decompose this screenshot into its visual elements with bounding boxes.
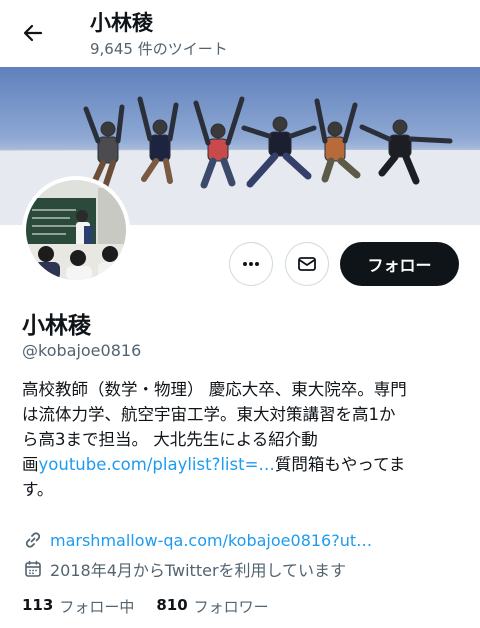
user-handle: @kobajoe0816 xyxy=(22,341,142,360)
link-icon xyxy=(22,529,44,551)
followers-count: 810 xyxy=(156,596,188,614)
bio-line: は流体力学、航空宇宙工学。東大対策講習を高1か xyxy=(22,405,396,424)
joined-date: 2018年4月からTwitterを利用しています xyxy=(50,561,347,580)
message-button[interactable] xyxy=(285,242,329,286)
mail-icon xyxy=(298,257,316,271)
follow-button[interactable]: フォロー xyxy=(340,242,459,286)
followers-stat[interactable]: 810 フォロワー xyxy=(156,596,268,617)
bio-line: 高校教師（数学・物理） 慶応大卒、東大院卒。専門 xyxy=(22,380,407,399)
top-bar: 小林稜 9,645 件のツイート xyxy=(0,0,480,67)
bio-line: 画youtube.com/playlist?list=…質問箱もやってま xyxy=(22,452,467,477)
follow-stats: 113 フォロー中 810 フォロワー xyxy=(22,596,291,617)
bio-text: 画 xyxy=(22,455,39,474)
website-row: marshmallow-qa.com/kobajoe0816?ut… xyxy=(22,529,372,551)
back-button[interactable] xyxy=(18,18,48,48)
bio-line: ら高3まで担当。 大北先生による紹介動 xyxy=(22,430,318,449)
arrow-left-icon xyxy=(23,24,43,42)
following-label: フォロー中 xyxy=(59,598,135,616)
profile-bio: 高校教師（数学・物理） 慶応大卒、東大院卒。専門 は流体力学、航空宇宙工学。東大… xyxy=(22,377,467,502)
bio-line: す。 xyxy=(22,480,54,499)
followers-label: フォロワー xyxy=(193,598,269,616)
more-button[interactable] xyxy=(229,242,273,286)
following-stat[interactable]: 113 フォロー中 xyxy=(22,596,134,617)
joined-row: 2018年4月からTwitterを利用しています xyxy=(22,557,346,581)
bio-text: 質問箱もやってま xyxy=(274,455,406,474)
more-icon xyxy=(243,262,259,266)
bio-youtube-link[interactable]: youtube.com/playlist?list=… xyxy=(39,455,275,474)
calendar-icon xyxy=(22,558,44,580)
avatar-image xyxy=(26,180,126,280)
tweet-count: 9,645 件のツイート xyxy=(90,40,228,58)
following-count: 113 xyxy=(22,596,54,614)
display-name: 小林稜 xyxy=(22,313,91,339)
header-title: 小林稜 xyxy=(90,11,153,35)
website-link[interactable]: marshmallow-qa.com/kobajoe0816?ut… xyxy=(50,531,372,550)
profile-avatar[interactable] xyxy=(22,176,130,284)
